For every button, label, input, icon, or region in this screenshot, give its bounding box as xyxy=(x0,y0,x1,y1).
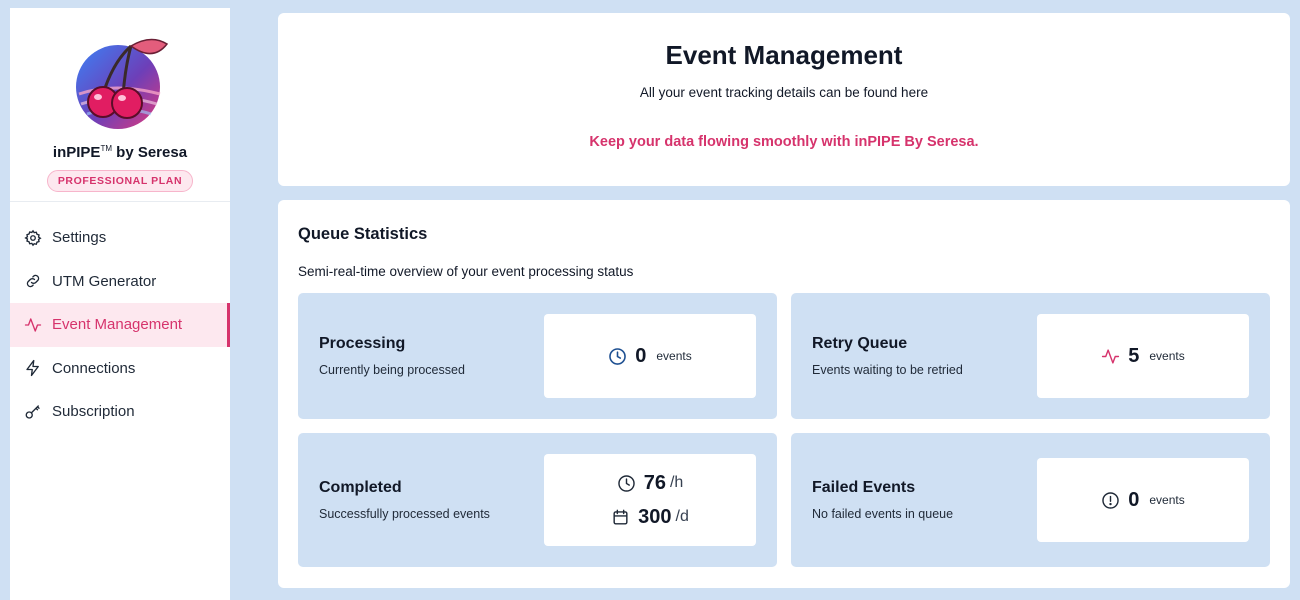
stats-subtitle: Semi-real-time overview of your event pr… xyxy=(298,264,634,279)
completed-tile: Completed Successfully processed events … xyxy=(298,433,777,567)
main-content: Event Management All your event tracking… xyxy=(278,13,1290,588)
tile-title: Failed Events xyxy=(812,479,916,496)
sidebar-item-subscription[interactable]: Subscription xyxy=(10,390,230,434)
failed-count: 0 xyxy=(1128,488,1140,511)
key-icon xyxy=(24,403,42,421)
stats-grid: Processing Currently being processed 0 e… xyxy=(298,293,1270,567)
gear-icon xyxy=(24,229,42,247)
brand-suffix: by Seresa xyxy=(112,144,188,161)
sidebar-item-connections[interactable]: Connections xyxy=(10,347,230,391)
sidebar-item-label: UTM Generator xyxy=(52,272,157,290)
brand-name: inPIPETM by Seresa xyxy=(53,144,187,161)
sidebar-item-utm-generator[interactable]: UTM Generator xyxy=(10,260,230,304)
sidebar-item-settings[interactable]: Settings xyxy=(10,216,230,260)
processing-tile: Processing Currently being processed 0 e… xyxy=(298,293,777,419)
tile-description: No failed events in queue xyxy=(812,507,954,521)
page-tagline: Keep your data flowing smoothly with inP… xyxy=(589,134,979,150)
retry-count-box: 5 events xyxy=(1037,314,1249,398)
completed-daily: 300 /d xyxy=(611,506,689,529)
lightning-icon xyxy=(24,359,42,377)
link-icon xyxy=(24,272,42,290)
completed-hourly-unit: /h xyxy=(669,474,684,491)
brand-name-text: inPIPE xyxy=(52,144,101,161)
calendar-icon xyxy=(611,508,630,527)
retry-count: 5 xyxy=(1128,344,1140,367)
sidebar: inPIPETM by Seresa PROFESSIONAL PLAN Set… xyxy=(10,8,230,600)
failed-unit: events xyxy=(1149,493,1185,507)
sidebar-item-label: Event Management xyxy=(52,316,183,334)
queue-statistics-card: Queue Statistics Semi-real-time overview… xyxy=(278,200,1290,588)
page-subtitle: All your event tracking details can be f… xyxy=(639,85,929,100)
sidebar-item-label: Subscription xyxy=(52,403,135,421)
sidebar-nav: Settings UTM Generator Event Management … xyxy=(10,216,230,434)
page-header-card: Event Management All your event tracking… xyxy=(278,13,1290,186)
tile-title: Retry Queue xyxy=(812,335,908,352)
completed-daily-unit: /d xyxy=(675,508,689,525)
completed-hourly-count: 76 xyxy=(643,471,666,494)
completed-hourly: 76 /h xyxy=(617,471,684,495)
sidebar-item-event-management[interactable]: Event Management xyxy=(10,303,230,347)
activity-icon xyxy=(24,316,42,334)
tile-description: Successfully processed events xyxy=(319,507,490,521)
completed-count-box: 76 /h 300 /d xyxy=(544,454,756,546)
retry-unit: events xyxy=(1149,349,1185,363)
trademark-mark: TM xyxy=(100,144,112,153)
cherry-logo xyxy=(76,38,169,129)
tile-title: Completed xyxy=(319,479,402,496)
plan-badge: PROFESSIONAL PLAN xyxy=(46,170,194,192)
sidebar-item-label: Settings xyxy=(52,229,107,247)
completed-daily-count: 300 xyxy=(638,505,672,528)
activity-icon xyxy=(1101,347,1120,366)
sidebar-item-label: Connections xyxy=(52,359,136,377)
processing-count: 0 xyxy=(635,344,647,367)
tile-description: Currently being processed xyxy=(319,363,465,377)
tile-title: Processing xyxy=(319,335,406,352)
retry-queue-tile: Retry Queue Events waiting to be retried… xyxy=(791,293,1270,419)
failed-count-box: 0 events xyxy=(1037,458,1249,542)
page-title: Event Management xyxy=(665,40,903,70)
brand-block: inPIPETM by Seresa PROFESSIONAL PLAN xyxy=(10,8,230,202)
tile-description: Events waiting to be retried xyxy=(812,363,963,377)
alert-circle-icon xyxy=(1101,491,1120,510)
stats-title: Queue Statistics xyxy=(298,225,428,243)
processing-count-box: 0 events xyxy=(544,314,756,398)
clock-icon xyxy=(617,474,636,493)
processing-unit: events xyxy=(656,349,692,363)
failed-events-tile: Failed Events No failed events in queue … xyxy=(791,433,1270,567)
clock-icon xyxy=(608,347,627,366)
